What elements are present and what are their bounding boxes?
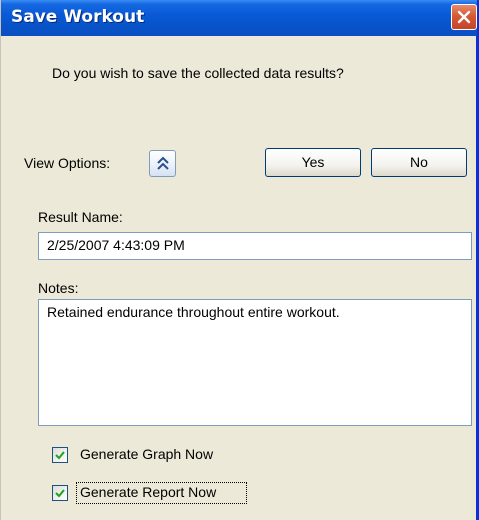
save-workout-dialog: Save Workout Do you wish to save the col… [0,0,479,520]
notes-textarea[interactable]: Retained endurance throughout entire wor… [38,299,472,426]
yes-button[interactable]: Yes [265,148,361,177]
close-button[interactable] [451,4,477,30]
close-icon [457,10,471,24]
result-name-label: Result Name: [38,209,123,225]
no-button[interactable]: No [371,148,467,177]
view-options-toggle-button[interactable] [149,150,176,177]
checkmark-icon [55,489,65,498]
save-prompt-text: Do you wish to save the collected data r… [52,65,344,81]
generate-report-checkbox[interactable] [52,485,68,501]
double-chevron-up-icon [157,156,169,170]
window-title: Save Workout [11,7,145,27]
result-name-input[interactable]: 2/25/2007 4:43:09 PM [38,232,472,260]
generate-graph-label: Generate Graph Now [80,446,214,462]
checkmark-icon [55,451,65,460]
generate-report-label: Generate Report Now [80,484,217,500]
title-bar[interactable]: Save Workout [1,0,477,36]
generate-graph-checkbox[interactable] [52,447,68,463]
notes-label: Notes: [38,280,79,296]
view-options-label: View Options: [24,155,111,171]
